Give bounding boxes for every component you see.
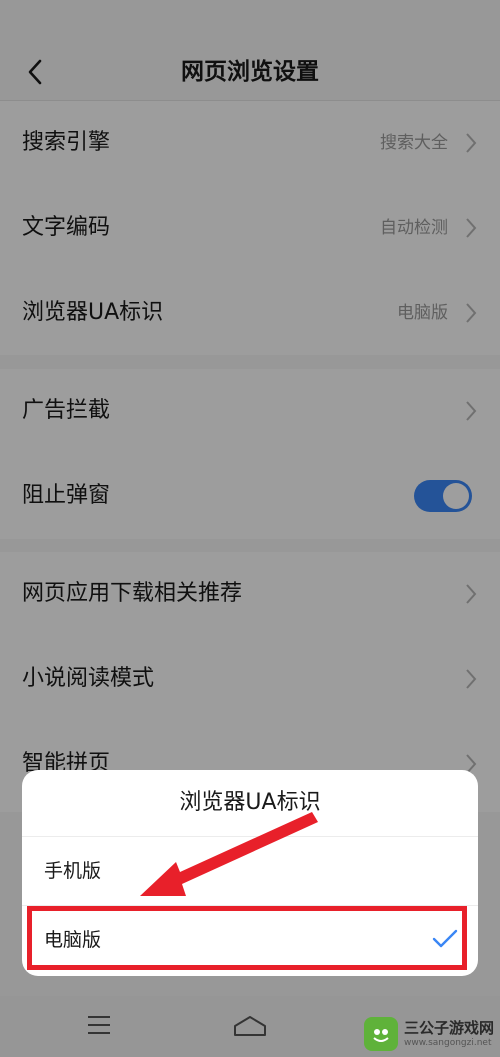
watermark-name: 三公子游戏网 <box>403 1019 494 1037</box>
watermark: 三公子游戏网 www.sangongzi.net <box>363 1017 494 1051</box>
annotation-arrow-icon <box>140 812 318 896</box>
watermark-logo-icon <box>363 1017 398 1051</box>
watermark-text: 三公子游戏网 www.sangongzi.net <box>404 1019 494 1049</box>
watermark-url: www.sangongzi.net <box>403 1038 492 1048</box>
